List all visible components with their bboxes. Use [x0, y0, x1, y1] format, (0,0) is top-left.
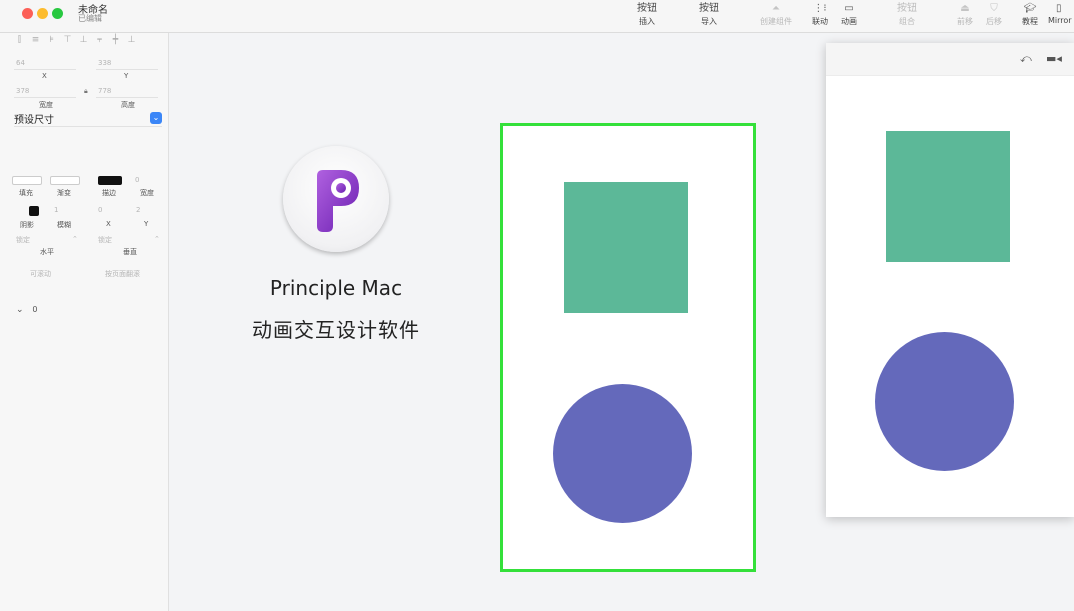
blur-label: 模糊 [57, 221, 71, 229]
rewind-icon[interactable]: ⤺ [1020, 52, 1032, 66]
circle-layer[interactable] [553, 384, 692, 523]
fill-label: 填充 [19, 189, 33, 197]
y-field[interactable]: 338 [98, 59, 111, 67]
group-button-top: 按钮 [897, 3, 917, 14]
gradient-label: 渐变 [57, 189, 71, 197]
insert-button[interactable]: 按钮 插入 [636, 2, 658, 27]
video-camera-icon[interactable]: ▬◂ [1046, 52, 1062, 65]
align-top-icon[interactable]: ⫧ [94, 35, 105, 45]
document-status: 已编辑 [78, 14, 102, 23]
fill-swatch[interactable] [12, 176, 42, 185]
stroke-width-field[interactable]: 0 [135, 176, 139, 184]
stroke-swatch[interactable] [98, 176, 122, 185]
app-description: 动画交互设计软件 [252, 318, 420, 342]
minimize-window-button[interactable] [37, 8, 48, 19]
align-left-icon[interactable]: ⫿ [14, 35, 25, 45]
horizontal-stepper-icon: ⌃ [72, 235, 78, 243]
preset-size-select[interactable]: 预设尺寸 ⌄ [14, 111, 162, 127]
disclosure-chevron-icon[interactable]: ⌄ [16, 305, 24, 315]
bring-forward-button[interactable]: ⏏ 前移 [955, 2, 975, 27]
scrollable-checkbox[interactable]: 可滚动 [30, 269, 51, 279]
chevron-down-icon: ⌄ [150, 112, 162, 124]
create-component-button[interactable]: ⏶ 创建组件 [757, 2, 795, 27]
width-field[interactable]: 378 [16, 87, 29, 95]
preset-size-value: 预设尺寸 [14, 115, 54, 126]
import-button[interactable]: 按钮 导入 [698, 2, 720, 27]
shadow-y-label: Y [144, 220, 149, 228]
x-label: X [42, 72, 47, 80]
send-backward-button[interactable]: ⛉ 后移 [984, 2, 1004, 27]
height-field-underline [96, 97, 158, 98]
animate-label: 动画 [841, 17, 857, 26]
insert-button-label: 插入 [639, 17, 655, 26]
group-button[interactable]: 按钮 组合 [896, 2, 918, 27]
group-label: 组合 [899, 17, 915, 26]
align-bottom-icon[interactable]: ⊥ [126, 35, 137, 45]
y-label: Y [124, 72, 129, 80]
tutorial-label: 教程 [1022, 17, 1038, 26]
mirror-button[interactable]: ▯ Mirror [1048, 2, 1074, 25]
x-field-underline [14, 69, 76, 70]
lock-icon[interactable]: 🔒︎ [84, 87, 88, 96]
app-name: Principle Mac [269, 276, 403, 300]
align-right-icon[interactable]: ⊧ [46, 35, 57, 45]
align-center-h-icon[interactable]: ≡ [30, 35, 41, 45]
alignment-toolbar: ⫿ ≡ ⊧ ⊤ ⊥ ⫧ ┿ ⊥ [14, 35, 137, 45]
drive-label: 联动 [812, 17, 828, 26]
stroke-width-label: 宽度 [140, 189, 154, 197]
close-window-button[interactable] [22, 8, 33, 19]
back-icon: ⛉ [990, 3, 998, 14]
triangle-stack-icon: ⏶ [772, 3, 780, 14]
x-field[interactable]: 64 [16, 59, 25, 67]
mortarboard-icon: 🎓︎ [1023, 3, 1037, 14]
preview-square [886, 131, 1010, 262]
import-button-top: 按钮 [699, 3, 719, 14]
drive-button[interactable]: ⋮⁝ 联动 [810, 2, 830, 27]
distribute-v-icon[interactable]: ⊥ [78, 35, 89, 45]
animate-button[interactable]: ▭ 动画 [838, 2, 860, 27]
height-field[interactable]: 778 [98, 87, 111, 95]
phone-icon: ▯ [1056, 3, 1062, 14]
insert-button-top: 按钮 [637, 3, 657, 14]
layer-tree-item[interactable]: ⌄ 0 [16, 305, 38, 315]
distribute-h-icon[interactable]: ⊤ [62, 35, 73, 45]
mirror-label: Mirror [1048, 16, 1072, 25]
vertical-stepper-icon: ⌃ [154, 235, 160, 243]
inspector-panel: ⫿ ≡ ⊧ ⊤ ⊥ ⫧ ┿ ⊥ 64 X 338 Y 378 宽度 🔒︎ 778… [0, 33, 169, 611]
horizontal-field[interactable]: 锁定 [16, 235, 30, 245]
layer-name: 0 [32, 305, 38, 314]
vertical-label: 垂直 [123, 248, 137, 256]
bring-forward-label: 前移 [957, 17, 973, 26]
width-field-underline [14, 97, 76, 98]
screen-icon: ▭ [844, 3, 854, 14]
shadow-label: 阴影 [20, 221, 34, 229]
square-layer[interactable] [564, 182, 688, 313]
height-label: 高度 [121, 101, 135, 109]
shadow-swatch[interactable] [29, 206, 39, 216]
blur-field[interactable]: 1 [54, 206, 58, 214]
principle-logo-icon [283, 146, 389, 252]
front-icon: ⏏ [960, 3, 970, 14]
drive-icon: ⋮⁝ [813, 3, 827, 14]
horizontal-label: 水平 [40, 248, 54, 256]
shadow-x-field[interactable]: 0 [98, 206, 102, 214]
align-middle-icon[interactable]: ┿ [110, 35, 121, 45]
preview-toolbar: ⤺ ▬◂ [826, 43, 1074, 76]
import-button-label: 导入 [701, 17, 717, 26]
send-backward-label: 后移 [986, 17, 1002, 26]
create-component-label: 创建组件 [760, 17, 792, 26]
paging-checkbox[interactable]: 按页面翻滚 [105, 269, 140, 279]
y-field-underline [96, 69, 158, 70]
shadow-y-field[interactable]: 2 [136, 206, 140, 214]
shadow-x-label: X [106, 220, 111, 228]
preview-circle [875, 332, 1014, 471]
principle-logo-svg [317, 170, 359, 232]
gradient-swatch[interactable] [50, 176, 80, 185]
width-label: 宽度 [39, 101, 53, 109]
tutorial-button[interactable]: 🎓︎ 教程 [1020, 2, 1040, 27]
stroke-label: 描边 [102, 189, 116, 197]
zoom-window-button[interactable] [52, 8, 63, 19]
vertical-field[interactable]: 锁定 [98, 235, 112, 245]
toolbar: 未命名 已编辑 按钮 插入 按钮 导入 ⏶ 创建组件 ⋮⁝ 联动 ▭ 动画 按钮… [0, 0, 1074, 33]
